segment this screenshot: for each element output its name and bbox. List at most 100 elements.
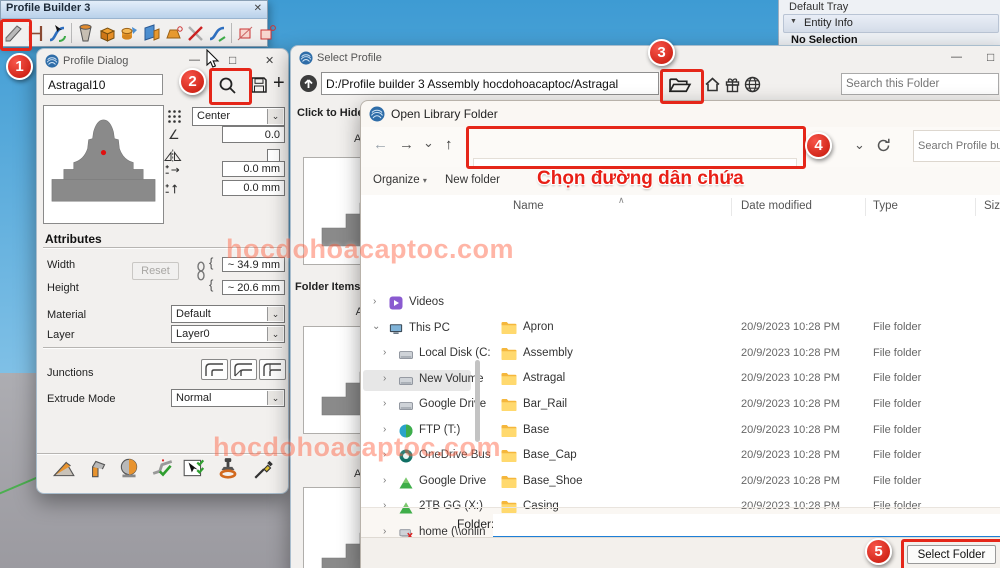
new-folder-button[interactable]: New folder xyxy=(445,174,500,186)
tree-scrollbar[interactable] xyxy=(475,360,480,442)
chevron-right-icon[interactable]: › xyxy=(383,373,386,384)
offset-x-input[interactable] xyxy=(222,161,285,177)
folder-name-input[interactable] xyxy=(493,514,1000,538)
column-divider[interactable] xyxy=(865,198,866,216)
layer-select[interactable]: Layer0 ⌄ xyxy=(171,325,285,343)
select-members-icon[interactable] xyxy=(182,457,206,479)
dialog-search-input[interactable] xyxy=(913,130,1000,162)
column-divider[interactable] xyxy=(731,198,732,216)
back-icon[interactable]: ← xyxy=(373,136,388,153)
sphere-tool-icon[interactable] xyxy=(117,457,141,479)
maximize-button[interactable]: □ xyxy=(229,53,236,67)
box-tool-icon[interactable] xyxy=(97,23,118,44)
offset-y-input[interactable] xyxy=(222,180,285,196)
junction-corner-button[interactable] xyxy=(201,359,228,380)
chevron-down-icon[interactable]: ⌄ xyxy=(267,391,283,405)
gift-icon[interactable] xyxy=(725,77,740,93)
home-icon[interactable] xyxy=(704,76,721,93)
profile-dialog-titlebar[interactable]: Profile Dialog — □ ✕ xyxy=(37,49,288,73)
junction-miter-button[interactable] xyxy=(230,359,257,380)
minimize-button[interactable]: — xyxy=(951,51,962,63)
entity-info-caret-icon[interactable]: ▼ xyxy=(790,18,797,25)
column-header-type[interactable]: Type xyxy=(873,200,898,212)
tree-item-google-drive-disk[interactable]: › Google Drive xyxy=(363,395,486,416)
extend-tool-icon[interactable] xyxy=(86,457,110,479)
funnel-tool-icon[interactable] xyxy=(75,23,96,44)
height-input[interactable] xyxy=(222,280,285,295)
file-row[interactable]: Base_Cap 20/9/2023 10:28 PM File folder xyxy=(491,445,1000,467)
tree-item-new-volume[interactable]: › New Volume xyxy=(363,370,484,391)
dialog-titlebar[interactable]: Open Library Folder xyxy=(361,101,1000,127)
column-divider[interactable] xyxy=(975,198,976,216)
recent-locations-icon[interactable]: ⌄ xyxy=(423,135,434,151)
trapezoid-tool-icon[interactable] xyxy=(163,23,184,44)
refresh-icon[interactable] xyxy=(875,137,892,154)
chevron-down-icon[interactable]: ⌄ xyxy=(372,321,380,332)
address-dropdown-icon[interactable]: ⌄ xyxy=(854,137,865,153)
organize-button[interactable]: Organize ▾ xyxy=(373,174,427,186)
search-profiles-icon[interactable] xyxy=(218,76,237,95)
stamp-tool-icon[interactable] xyxy=(216,457,240,479)
mirror-icon[interactable] xyxy=(163,148,183,163)
column-header-date[interactable]: Date modified xyxy=(741,200,812,212)
profile-member-icon[interactable] xyxy=(25,23,46,44)
file-row[interactable]: Base_Shoe 20/9/2023 10:28 PM File folder xyxy=(491,471,1000,493)
save-profile-icon[interactable] xyxy=(250,76,268,94)
close-button[interactable]: ✕ xyxy=(265,54,274,67)
link-dimensions-icon[interactable] xyxy=(196,261,206,281)
edit-path-icon[interactable] xyxy=(257,23,278,44)
anchor-select[interactable]: Center ⌄ xyxy=(192,107,285,126)
anchor-grid-icon[interactable] xyxy=(167,109,182,124)
up-one-level-icon[interactable] xyxy=(299,74,318,93)
chevron-right-icon[interactable]: › xyxy=(383,347,386,358)
column-header-size[interactable]: Size xyxy=(984,200,1000,212)
maximize-button[interactable]: □ xyxy=(987,50,994,64)
sort-ascending-icon[interactable]: ∧ xyxy=(618,195,625,206)
file-row[interactable]: Base 20/9/2023 10:28 PM File folder xyxy=(491,420,1000,442)
reset-button[interactable]: Reset xyxy=(132,262,179,280)
tree-item-videos[interactable]: › Videos xyxy=(363,293,471,314)
quantify-tool-icon[interactable] xyxy=(52,457,76,479)
new-profile-icon[interactable]: + xyxy=(273,72,285,95)
chevron-right-icon[interactable]: › xyxy=(383,449,386,460)
tree-item-this-pc[interactable]: ⌄ This PC xyxy=(363,319,471,340)
file-row[interactable]: Apron 20/9/2023 10:28 PM File folder xyxy=(491,317,1000,339)
tree-item-onedrive-business[interactable]: › OneDrive Bus xyxy=(363,446,491,467)
up-icon[interactable]: ↑ xyxy=(445,136,453,153)
material-select[interactable]: Default ⌄ xyxy=(171,305,285,323)
panel-tool-icon[interactable] xyxy=(141,23,162,44)
edit-profile-icon[interactable] xyxy=(235,23,256,44)
tree-item-google-drive[interactable]: › Google Drive xyxy=(363,472,486,493)
follow-path-icon[interactable] xyxy=(47,23,68,44)
width-input[interactable] xyxy=(222,257,285,272)
entity-info-section[interactable]: ▼ Entity Info xyxy=(783,14,999,33)
build-profile-tool-icon[interactable] xyxy=(3,23,24,44)
chevron-down-icon[interactable]: ⌄ xyxy=(267,307,283,321)
pb3-close-button[interactable]: ✕ xyxy=(254,3,262,14)
tree-item-ftp[interactable]: › FTP (T:) xyxy=(363,421,471,442)
trim-tool-icon[interactable] xyxy=(185,23,206,44)
select-profile-titlebar[interactable]: Select Profile — □ xyxy=(291,46,1000,70)
tree-item-local-disk-c[interactable]: › Local Disk (C: xyxy=(363,344,491,365)
cylinder-tool-icon[interactable] xyxy=(119,23,140,44)
chevron-down-icon[interactable]: ⌄ xyxy=(267,109,283,124)
folder-search-input[interactable] xyxy=(841,73,999,95)
globe-icon[interactable] xyxy=(744,76,761,93)
smart-path-icon[interactable] xyxy=(207,23,228,44)
forward-icon[interactable]: → xyxy=(399,136,414,153)
extrude-mode-select[interactable]: Normal ⌄ xyxy=(171,389,285,407)
minimize-button[interactable]: — xyxy=(189,54,200,66)
column-header-name[interactable]: Name xyxy=(513,200,544,212)
select-folder-button[interactable]: Select Folder xyxy=(907,545,996,564)
hide-panel-label[interactable]: Click to Hide xyxy=(297,107,364,119)
validate-profile-icon[interactable] xyxy=(151,457,175,479)
chevron-down-icon[interactable]: ⌄ xyxy=(267,327,283,341)
eyedropper-tool-icon[interactable] xyxy=(252,457,276,479)
file-row[interactable]: Astragal 20/9/2023 10:28 PM File folder xyxy=(491,368,1000,390)
open-library-folder-icon[interactable] xyxy=(669,77,692,94)
chevron-right-icon[interactable]: › xyxy=(383,398,386,409)
chevron-right-icon[interactable]: › xyxy=(383,424,386,435)
library-path-input[interactable] xyxy=(321,72,659,95)
rotation-input[interactable] xyxy=(222,126,285,143)
profile-name-input[interactable] xyxy=(43,74,163,95)
